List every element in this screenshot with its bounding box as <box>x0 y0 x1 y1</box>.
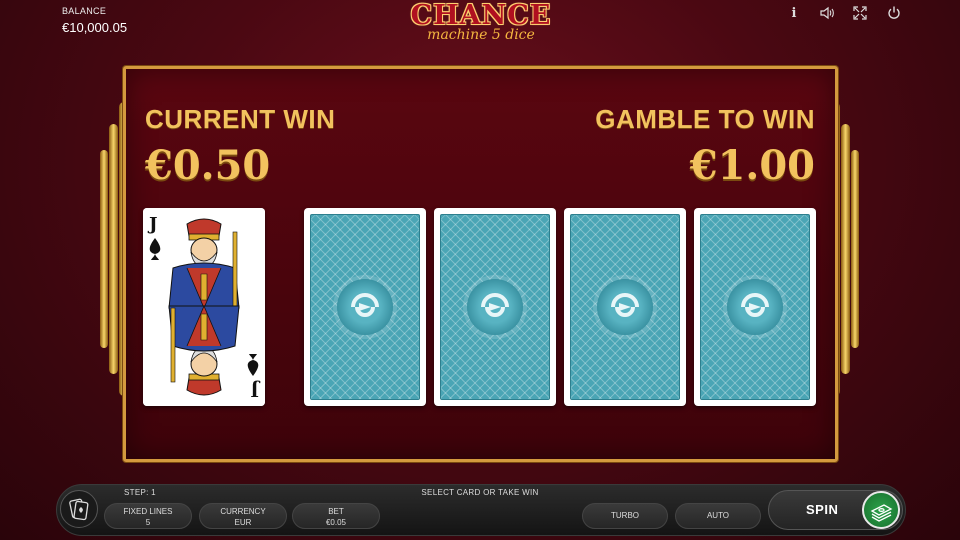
game-logo: CHANCE machine 5 dice <box>393 0 569 45</box>
face-down-card-2[interactable] <box>434 208 556 406</box>
bet-display: BET €0.05 <box>292 503 380 529</box>
power-icon[interactable] <box>884 5 904 21</box>
svg-text:J: J <box>250 379 261 400</box>
balance-display: BALANCE €10,000.05 <box>62 6 127 35</box>
card-back-emblem-icon <box>467 279 523 335</box>
paytable-cards-button[interactable] <box>60 490 98 528</box>
face-down-card-3[interactable] <box>564 208 686 406</box>
spin-label: SPIN <box>806 502 839 517</box>
turbo-label: TURBO <box>611 511 639 520</box>
logo-title: CHANCE <box>410 0 552 31</box>
fixed-lines-label: FIXED LINES <box>123 507 173 516</box>
currency-label: CURRENCY <box>220 507 266 516</box>
gamble-to-win-value: €1.00 <box>689 142 815 189</box>
money-stack-icon <box>870 504 893 522</box>
card-back-emblem-icon <box>337 279 393 335</box>
svg-text:J: J <box>147 214 158 235</box>
auto-button[interactable]: AUTO <box>675 503 761 529</box>
gamble-to-win-label: GAMBLE TO WIN <box>595 104 815 134</box>
dealer-card-jack-of-spades: J J <box>143 208 265 406</box>
collect-win-button[interactable] <box>862 491 900 529</box>
info-glyph: i <box>791 6 797 21</box>
card-back-emblem-icon <box>727 279 783 335</box>
fullscreen-icon[interactable] <box>850 5 870 21</box>
card-back-emblem-icon <box>597 279 653 335</box>
cards-icon <box>69 498 89 521</box>
balance-value: €10,000.05 <box>62 20 128 35</box>
sound-icon[interactable] <box>817 5 837 21</box>
currency-value: EUR <box>234 518 252 527</box>
currency-display: CURRENCY EUR <box>199 503 287 529</box>
info-icon[interactable]: i <box>784 5 804 21</box>
current-win-value: €0.50 <box>145 142 271 189</box>
turbo-button[interactable]: TURBO <box>582 503 668 529</box>
bet-value: €0.05 <box>325 518 347 527</box>
auto-label: AUTO <box>706 511 730 520</box>
face-down-card-4[interactable] <box>694 208 816 406</box>
face-down-card-1[interactable] <box>304 208 426 406</box>
gamble-instruction: SELECT CARD OR TAKE WIN <box>421 488 539 497</box>
bet-label: BET <box>328 507 344 516</box>
balance-label: BALANCE <box>62 6 107 16</box>
jack-of-spades-face: J J <box>143 208 265 406</box>
fixed-lines-display: FIXED LINES 5 <box>104 503 192 529</box>
current-win-label: CURRENT WIN <box>145 104 336 134</box>
step-indicator: STEP: 1 <box>124 488 156 497</box>
fixed-lines-value: 5 <box>145 518 151 527</box>
